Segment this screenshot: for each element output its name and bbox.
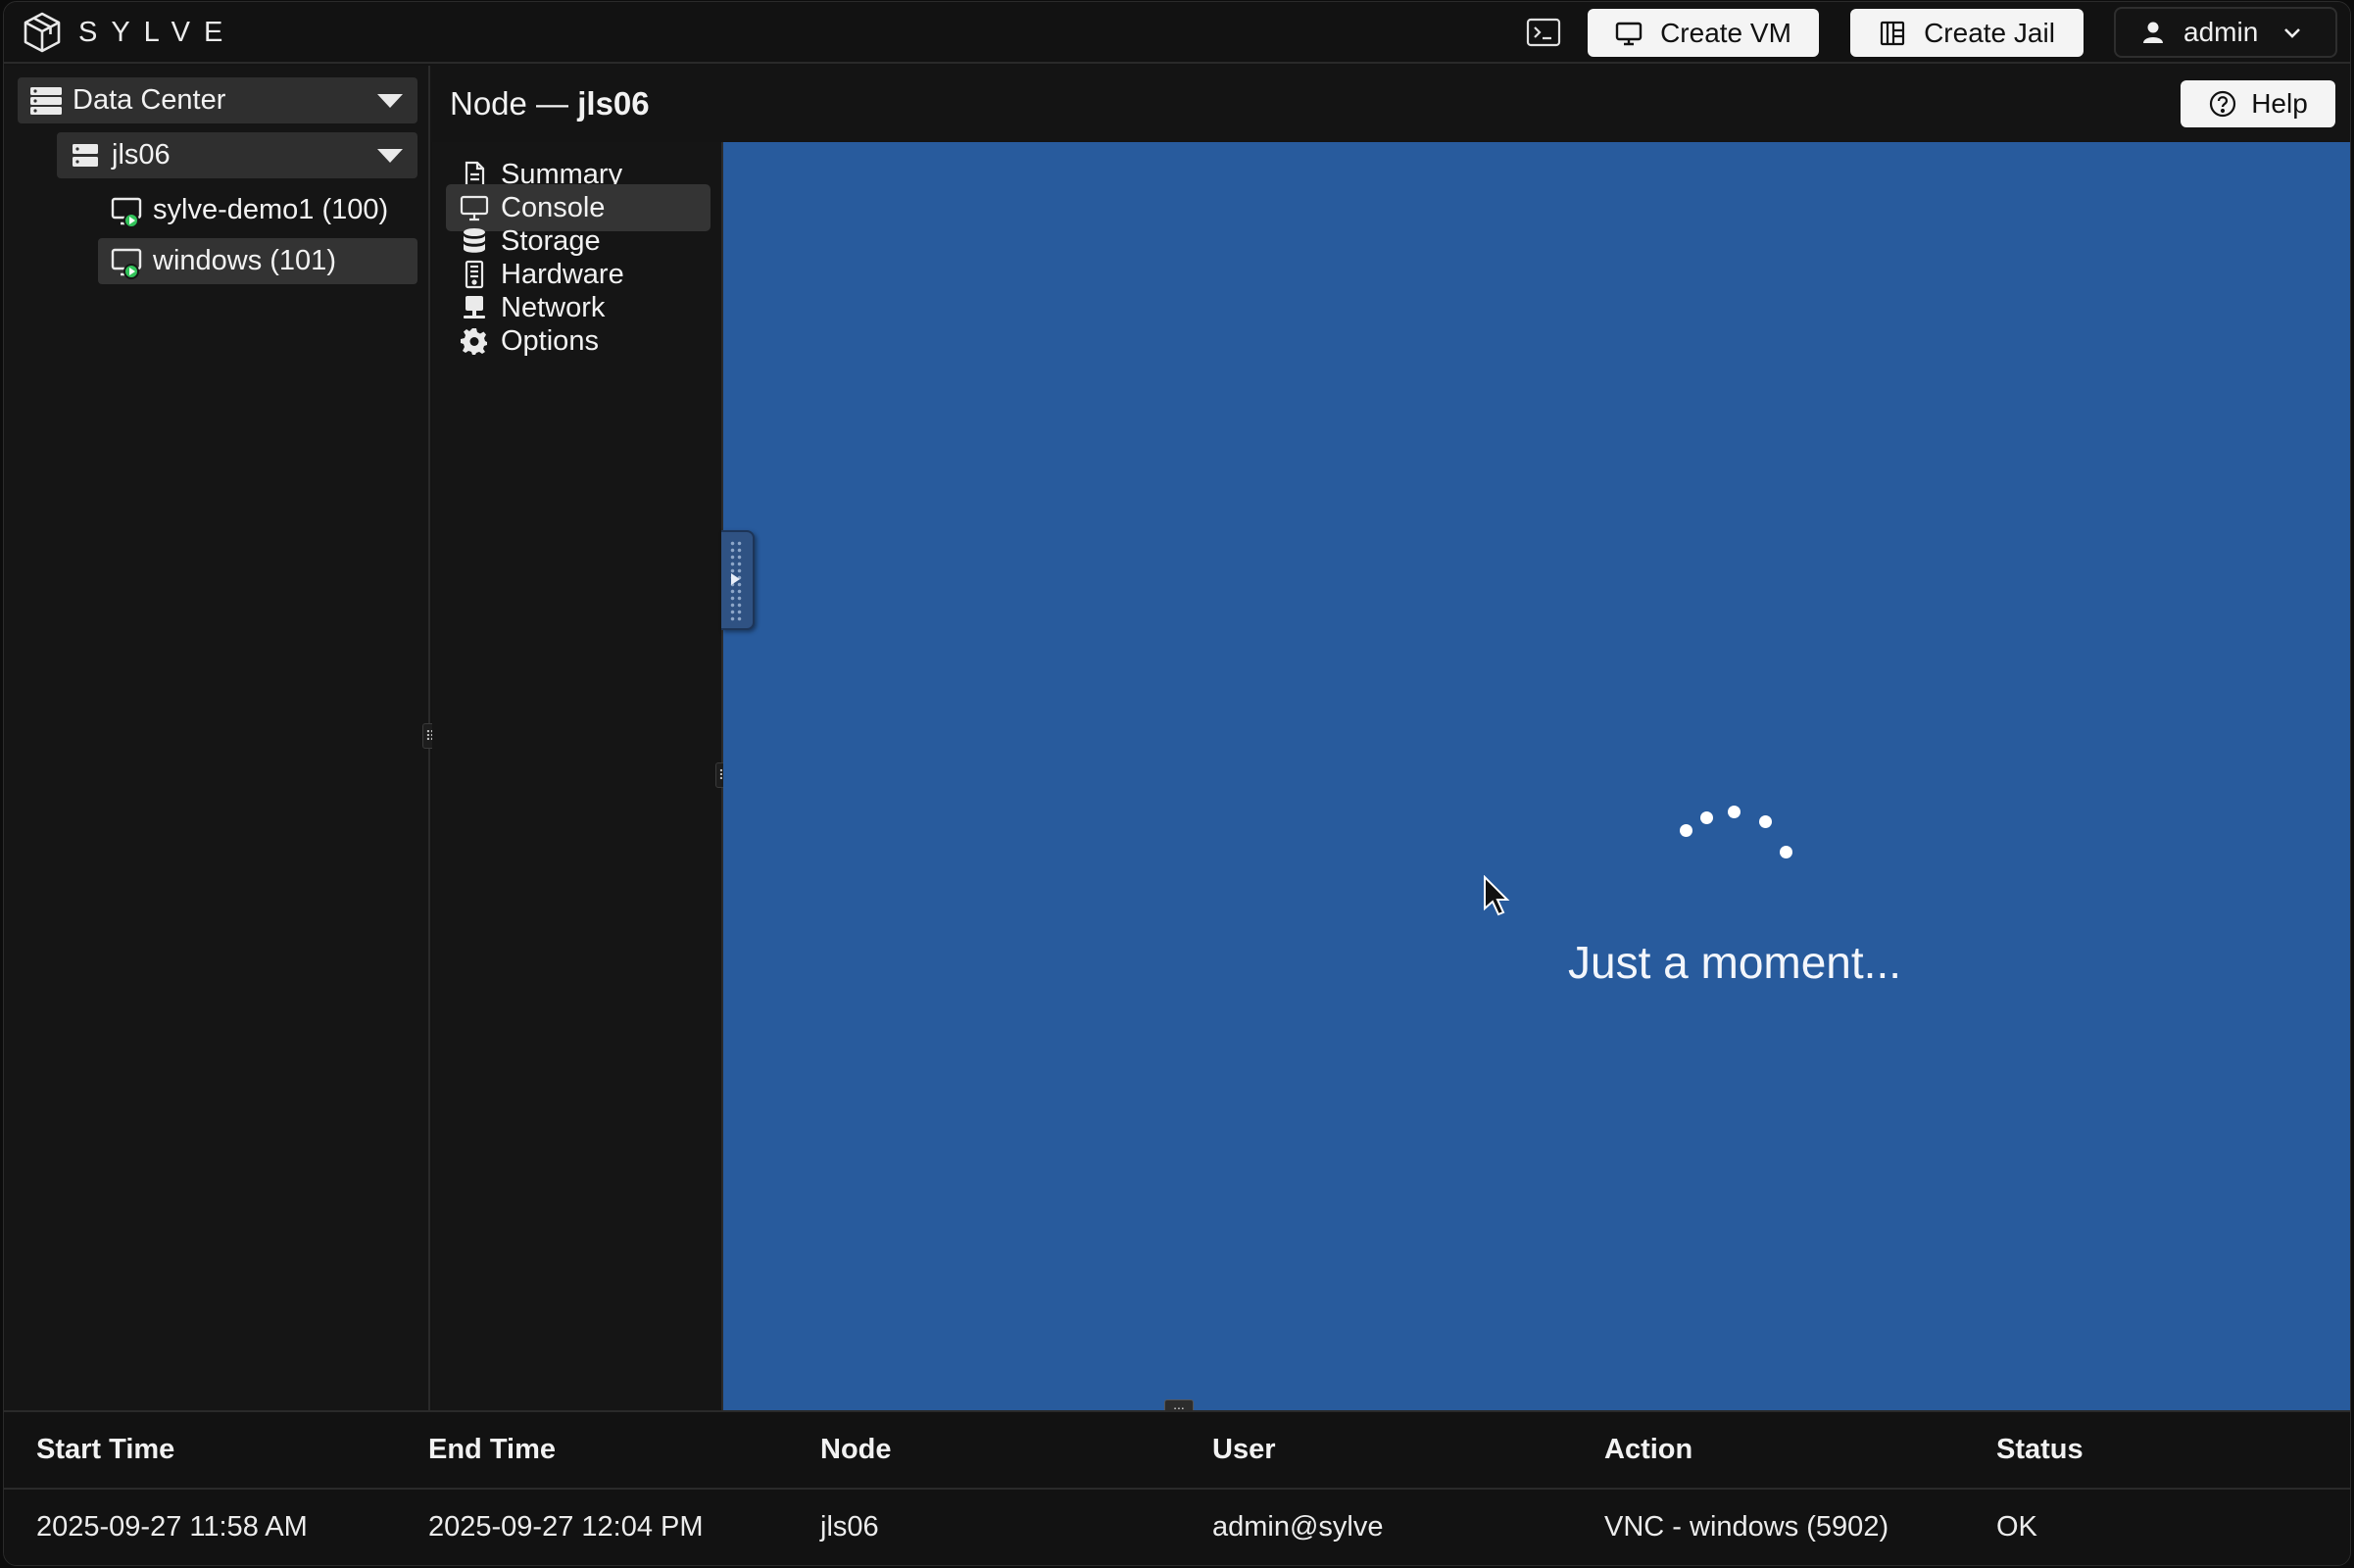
create-jail-button[interactable]: Create Jail [1850, 9, 2084, 57]
loading-spinner-icon [1674, 789, 1801, 877]
resource-tree: Data Center jls06 sylve-demo1 (100) wind… [4, 66, 430, 1410]
tree-item-label: jls06 [112, 139, 171, 171]
brand[interactable]: SYLVE [22, 10, 236, 55]
caret-down-icon[interactable] [376, 147, 404, 165]
tree-item-label: Data Center [73, 84, 226, 116]
cube-logo-icon [24, 12, 61, 53]
node-header: Node — jls06 Help [432, 66, 2350, 142]
chevron-down-icon [2284, 28, 2301, 38]
create-vm-label: Create VM [1660, 17, 1791, 48]
menu-item-label: Options [501, 324, 599, 357]
help-button[interactable]: Help [2181, 80, 2335, 127]
caret-down-icon[interactable] [376, 92, 404, 110]
column-header-action[interactable]: Action [1572, 1412, 1964, 1490]
jail-icon [1880, 21, 1905, 45]
help-label: Help [2251, 88, 2308, 119]
top-bar: SYLVE Create VM Create Jail admin [4, 2, 2350, 64]
user-name: admin [2183, 17, 2259, 47]
column-header-status[interactable]: Status [1964, 1412, 2350, 1490]
monitor-icon [1615, 22, 1643, 45]
tree-item-vm[interactable]: sylve-demo1 (100) [98, 187, 417, 233]
tree-item-data-center[interactable]: Data Center [18, 77, 417, 123]
page-title: Node — jls06 [450, 85, 650, 122]
column-header-end-time[interactable]: End Time [396, 1412, 788, 1490]
tree-item-vm-selected[interactable]: windows (101) [98, 238, 417, 284]
page-title-prefix: Node — [450, 85, 569, 122]
tasks-table: Start Time End Time Node User Action Sta… [4, 1412, 2350, 1565]
vm-status [110, 194, 143, 228]
cell-start-time: 2025-09-27 11:58 AM [36, 1511, 308, 1543]
user-menu-button[interactable]: admin [2114, 7, 2337, 58]
cell-node: jls06 [820, 1511, 879, 1543]
menu-item-options[interactable]: Options [446, 318, 711, 365]
server-rack-icon [30, 86, 62, 115]
column-header-start-time[interactable]: Start Time [4, 1412, 396, 1490]
cell-action: VNC - windows (5902) [1604, 1511, 1889, 1543]
table-row[interactable]: 2025-09-27 11:58 AM 2025-09-27 12:04 PM … [4, 1489, 2350, 1565]
create-vm-button[interactable]: Create VM [1588, 9, 1819, 57]
tree-item-node[interactable]: jls06 [57, 132, 417, 178]
column-header-user[interactable]: User [1180, 1412, 1572, 1490]
running-status-icon [123, 212, 139, 228]
vm-status [110, 245, 143, 279]
page-title-node: jls06 [577, 85, 650, 122]
table-header-row: Start Time End Time Node User Action Sta… [4, 1412, 2350, 1490]
user-icon [2143, 22, 2163, 43]
terminal-icon[interactable] [1526, 17, 1561, 48]
running-status-icon [123, 263, 139, 279]
cell-status: OK [1996, 1511, 2037, 1543]
help-circle-icon [2210, 90, 2236, 118]
console-message: Just a moment... [1568, 937, 1902, 988]
gear-icon [461, 328, 487, 355]
console-side-toggle[interactable] [721, 530, 755, 630]
cell-end-time: 2025-09-27 12:04 PM [428, 1511, 704, 1543]
column-header-node[interactable]: Node [788, 1412, 1180, 1490]
brand-name: SYLVE [78, 16, 237, 48]
app-window: SYLVE Create VM Create Jail admin Data C… [3, 1, 2351, 1566]
server-icon [73, 143, 98, 167]
vnc-console[interactable]: Just a moment... [721, 142, 2350, 1410]
create-jail-label: Create Jail [1924, 17, 2055, 48]
tree-item-label: windows (101) [153, 245, 336, 276]
cell-user: admin@sylve [1212, 1511, 1384, 1543]
vm-submenu: Summary Console Storage Hardware Network [432, 142, 723, 1410]
play-arrow-icon [731, 573, 740, 585]
tasks-panel: Start Time End Time Node User Action Sta… [4, 1410, 2350, 1565]
mouse-cursor-icon [1484, 875, 1510, 916]
tree-item-label: sylve-demo1 (100) [153, 194, 389, 225]
